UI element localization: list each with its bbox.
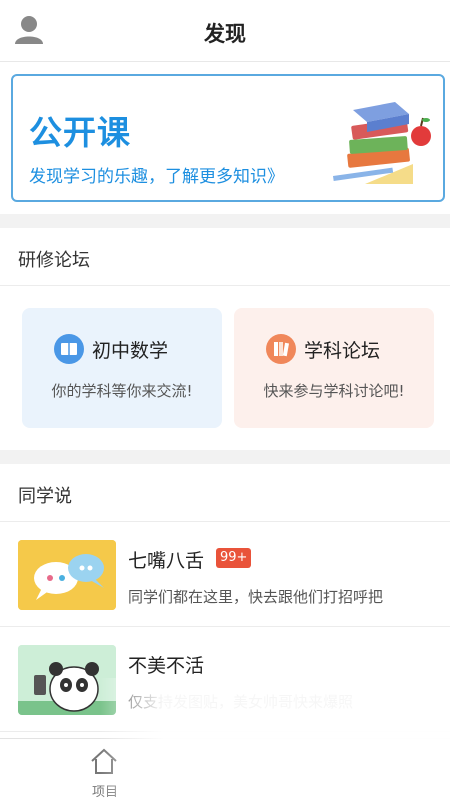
topic-desc: 仅支持发图贴，美女帅哥快来爆照 [128, 693, 354, 711]
tab-home[interactable]: 项目 [80, 743, 128, 800]
classmates-section: 同学说 七嘴八舌 99+ 同学们都在这里，快去跟他们打招呼把 不美不活 仅支持发… [0, 464, 450, 738]
forum-section: 研修论坛 初中数学 你的学科等你来交流! 学科论坛 快来参与学科讨论吧! [0, 228, 450, 450]
book-icon [54, 334, 84, 364]
list-item[interactable]: 不美不活 仅支持发图贴，美女帅哥快来爆照 [0, 627, 450, 732]
home-icon [91, 748, 117, 774]
forum-card-desc: 你的学科等你来交流! [51, 382, 193, 400]
open-course-banner[interactable]: 公开课 发现学习的乐趣，了解更多知识》 [11, 74, 445, 202]
banner-section: 公开课 发现学习的乐趣，了解更多知识》 [0, 62, 450, 214]
page-title: 发现 [204, 22, 246, 46]
top-header: 发现 [0, 0, 450, 62]
forum-section-title: 研修论坛 [18, 250, 90, 271]
classmates-section-header: 同学说 [0, 464, 450, 522]
forum-card-math[interactable]: 初中数学 你的学科等你来交流! [22, 308, 222, 428]
banner-subtitle: 发现学习的乐趣，了解更多知识》 [29, 167, 284, 187]
classmates-section-title: 同学说 [18, 486, 72, 507]
forum-card-title: 学科论坛 [304, 340, 381, 362]
list-item[interactable]: 七嘴八舌 99+ 同学们都在这里，快去跟他们打招呼把 [0, 522, 450, 627]
forum-section-header: 研修论坛 [0, 228, 450, 286]
forum-card-desc: 快来参与学科讨论吧! [263, 382, 405, 400]
chat-bubbles-icon [18, 540, 116, 610]
count-badge: 99+ [216, 548, 252, 568]
panda-selfie-icon [18, 645, 116, 715]
topic-desc: 同学们都在这里，快去跟他们打招呼把 [128, 588, 384, 606]
topic-name: 七嘴八舌 [128, 550, 205, 572]
topic-name: 不美不活 [128, 655, 205, 677]
forum-card-subject[interactable]: 学科论坛 快来参与学科讨论吧! [234, 308, 434, 428]
books-apple-illustration [325, 84, 435, 196]
books-icon [266, 334, 296, 364]
forum-card-title: 初中数学 [92, 340, 169, 362]
bottom-tabbar: 项目 [0, 738, 450, 800]
tab-home-label: 项目 [92, 785, 119, 800]
banner-title: 公开课 [29, 113, 131, 152]
